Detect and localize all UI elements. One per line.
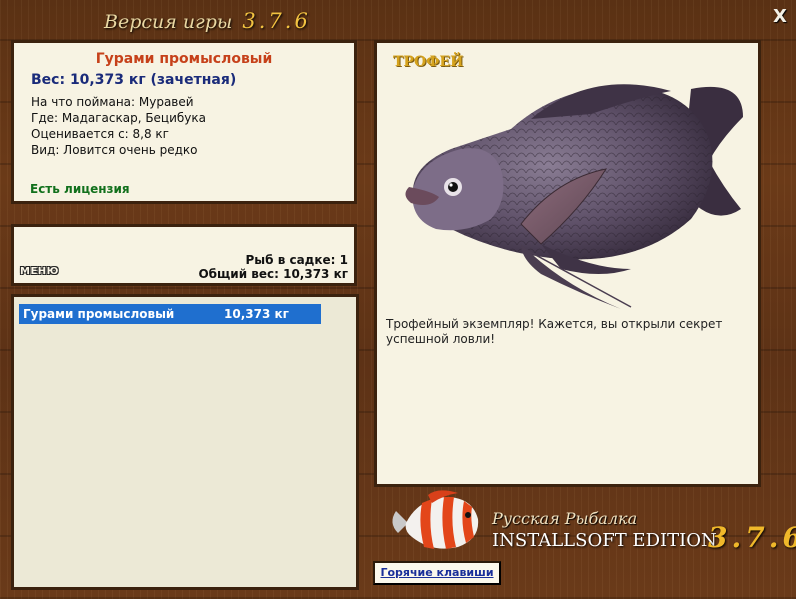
brand-title: Русская Рыбалка [492, 509, 638, 528]
window-title-version: 3.7.6 [242, 9, 311, 33]
rated-from-line: Оценивается с: 8,8 кг [31, 127, 169, 141]
catch-summary-panel: Рыб в садке: 1 Общий вес: 10,373 кг [11, 224, 357, 286]
location-line: Где: Мадагаскар, Бецибука [31, 111, 207, 125]
fish-count: Рыб в садке: 1 [245, 253, 349, 267]
close-button[interactable]: X [770, 7, 790, 27]
catch-list: Гурами промысловый 10,373 кг [11, 294, 359, 590]
license-status: Есть лицензия [30, 182, 130, 196]
trophy-panel: ТРОФЕЙ Трофейный экземпляр! Кажется, вы … [374, 40, 761, 487]
window-title: Версия игры 3.7.6 [104, 9, 311, 33]
brand-version: 3.7.6 [708, 521, 796, 554]
fish-name: Гурами промысловый [95, 51, 273, 67]
list-item[interactable]: Гурами промысловый 10,373 кг [19, 304, 321, 324]
trophy-label: ТРОФЕЙ [393, 54, 464, 70]
gourami-fish-image [405, 84, 743, 309]
catch-info-panel: Гурами промысловый Вес: 10,373 кг (зачет… [11, 40, 357, 204]
window-title-text: Версия игры [104, 11, 233, 33]
hotkeys-button[interactable]: Горячие клавиши [373, 561, 501, 585]
fish-weight: Вес: 10,373 кг (зачетная) [31, 72, 237, 88]
list-item-name: Гурами промысловый [23, 307, 175, 321]
trophy-description: Трофейный экземпляр! Кажется, вы открыли… [386, 317, 723, 346]
rarity-line: Вид: Ловится очень редко [31, 143, 198, 157]
total-weight: Общий вес: 10,373 кг [198, 267, 348, 281]
brand-edition: INSTALLSOFT EDITION [492, 530, 717, 551]
logo-fish-icon [392, 490, 479, 549]
bait-line: На что поймана: Муравей [31, 95, 194, 109]
list-item-weight: 10,373 кг [224, 307, 289, 321]
menu-button[interactable]: МЕНЮ [20, 266, 59, 277]
